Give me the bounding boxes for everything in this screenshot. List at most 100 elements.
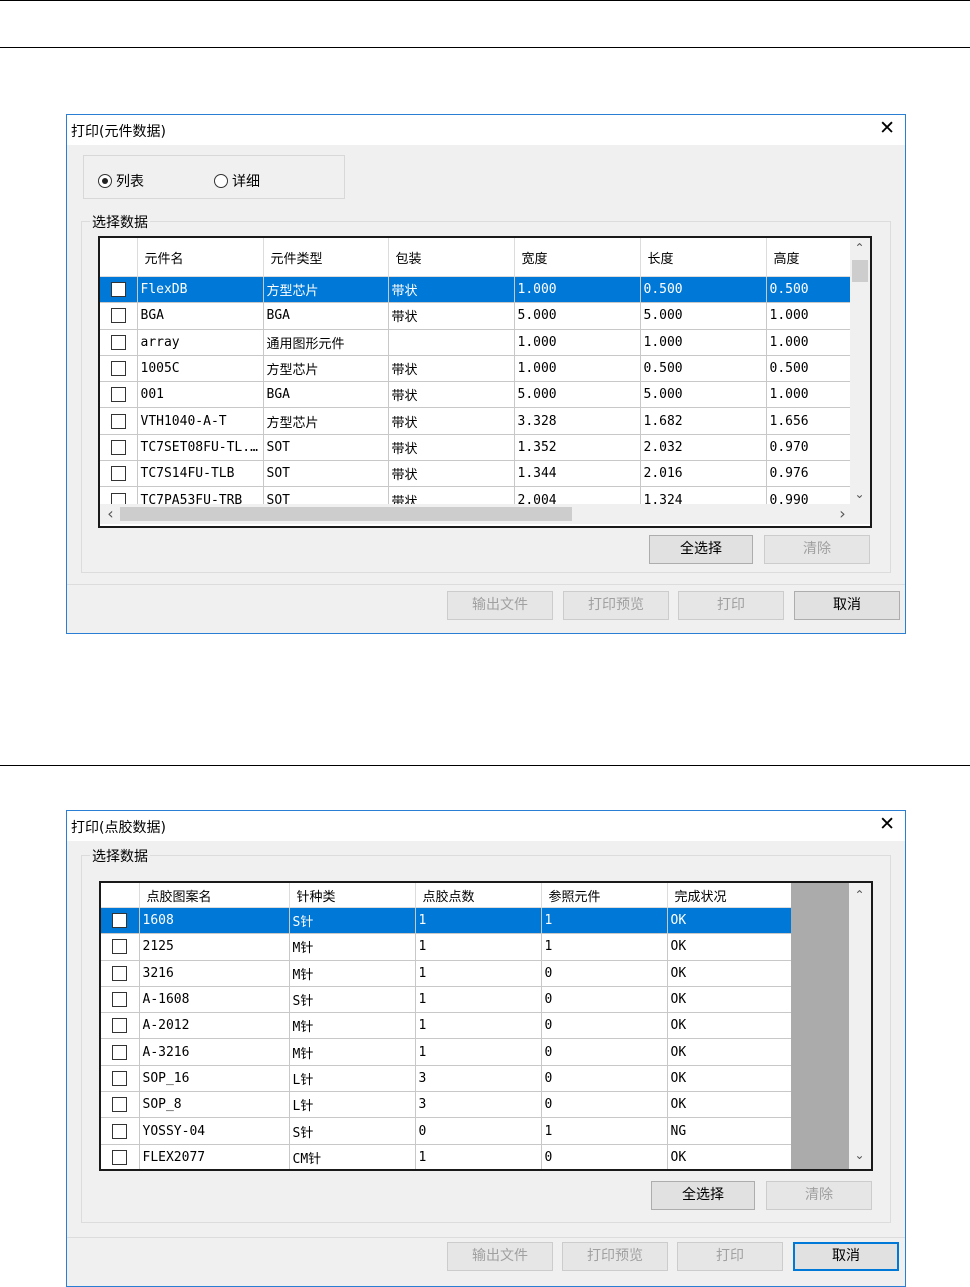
column-header[interactable]: 元件类型 xyxy=(263,238,389,277)
row-checkbox[interactable] xyxy=(110,334,126,350)
print-preview-button[interactable]: 打印预览 xyxy=(562,1242,668,1271)
row-checkbox[interactable] xyxy=(110,308,126,324)
row-checkbox[interactable] xyxy=(112,913,128,929)
scroll-up-icon[interactable]: ⌃ xyxy=(851,887,868,904)
table-cell: A-2012 xyxy=(139,1012,290,1040)
select-all-button[interactable]: 全选择 xyxy=(649,535,753,564)
table-row[interactable]: SOP_16 L针 3 0 OK xyxy=(101,1065,792,1093)
table-cell: 0.970 xyxy=(766,434,851,462)
table-row[interactable]: VTH1040-A-T 方型芯片 带状 3.328 1.682 1.656 xyxy=(100,407,851,435)
table-row[interactable]: array 通用图形元件 1.000 1.000 1.000 xyxy=(100,329,851,356)
row-checkbox-cell xyxy=(101,986,140,1014)
row-checkbox[interactable] xyxy=(110,466,126,482)
table-row[interactable]: 3216 M针 1 0 OK xyxy=(101,960,792,987)
cancel-button[interactable]: 取消 xyxy=(794,591,900,620)
table-cell: 0.500 xyxy=(766,276,851,304)
table-cell: 1.000 xyxy=(766,381,851,409)
clear-button[interactable]: 清除 xyxy=(764,535,870,564)
print-preview-button[interactable]: 打印预览 xyxy=(563,591,669,620)
table-cell: A-3216 xyxy=(139,1038,290,1066)
row-checkbox-cell xyxy=(101,1117,140,1145)
row-checkbox[interactable] xyxy=(110,413,126,429)
horizontal-scrollbar[interactable]: ‹ › xyxy=(100,504,870,524)
close-icon[interactable]: ✕ xyxy=(879,815,895,834)
scroll-down-icon[interactable]: ⌄ xyxy=(851,486,868,503)
table-cell: 0 xyxy=(541,1065,668,1093)
table-cell: OK xyxy=(667,933,792,961)
table-row[interactable]: 001 BGA 带状 5.000 5.000 1.000 xyxy=(100,381,851,409)
column-header[interactable]: 点胶点数 xyxy=(415,883,542,908)
table-row[interactable]: SOP_8 L针 3 0 OK xyxy=(101,1091,792,1119)
table-cell: BGA xyxy=(263,302,389,330)
select-data-legend: 选择数据 xyxy=(90,846,150,866)
clear-button[interactable]: 清除 xyxy=(766,1181,872,1210)
row-checkbox-cell xyxy=(100,407,138,435)
row-checkbox[interactable] xyxy=(112,939,128,955)
export-file-button[interactable]: 输出文件 xyxy=(447,591,553,620)
table-row[interactable]: 1608 S针 1 1 OK xyxy=(101,907,792,935)
table-row[interactable]: A-3216 M针 1 0 OK xyxy=(101,1038,792,1066)
export-file-button[interactable]: 输出文件 xyxy=(447,1242,553,1271)
table-row[interactable]: TC7S14FU-TLB SOT 带状 1.344 2.016 0.976 xyxy=(100,460,851,488)
scroll-left-icon[interactable]: ‹ xyxy=(102,505,119,522)
table-row[interactable]: BGA BGA 带状 5.000 5.000 1.000 xyxy=(100,302,851,330)
row-checkbox[interactable] xyxy=(110,282,126,298)
table-cell: 1.000 xyxy=(766,302,851,330)
horizontal-scroll-thumb[interactable] xyxy=(120,507,572,521)
column-header[interactable]: 包装 xyxy=(388,238,515,277)
row-checkbox-cell xyxy=(100,434,138,462)
row-checkbox[interactable] xyxy=(112,1149,128,1165)
detail-radio-label: 详细 xyxy=(232,174,260,190)
table-row[interactable]: FlexDB 方型芯片 带状 1.000 0.500 0.500 xyxy=(100,276,851,304)
row-checkbox[interactable] xyxy=(112,965,128,981)
print-button[interactable]: 打印 xyxy=(678,591,784,620)
row-checkbox[interactable] xyxy=(112,1044,128,1060)
table-row[interactable]: TC7SET08FU-TL... SOT 带状 1.352 2.032 0.970 xyxy=(100,434,851,462)
table-cell: 带状 xyxy=(388,276,515,304)
table-cell: BGA xyxy=(137,302,264,330)
print-button[interactable]: 打印 xyxy=(677,1242,783,1271)
checkbox-column-header xyxy=(100,238,138,277)
column-header[interactable]: 完成状况 xyxy=(667,883,792,908)
table-row[interactable]: FLEX2077 CM针 1 0 OK xyxy=(101,1144,792,1169)
scroll-up-icon[interactable]: ⌃ xyxy=(851,240,868,257)
column-header[interactable]: 针种类 xyxy=(289,883,416,908)
scroll-down-icon[interactable]: ⌄ xyxy=(851,1147,868,1164)
scroll-right-icon[interactable]: › xyxy=(834,505,851,522)
row-checkbox[interactable] xyxy=(112,992,128,1008)
row-checkbox[interactable] xyxy=(112,1018,128,1034)
select-all-button[interactable]: 全选择 xyxy=(651,1181,755,1210)
table-row[interactable]: 1005C 方型芯片 带状 1.000 0.500 0.500 xyxy=(100,355,851,383)
table-cell: 方型芯片 xyxy=(263,276,389,304)
row-checkbox[interactable] xyxy=(110,387,126,403)
vertical-scrollbar[interactable]: ⌃ ⌄ xyxy=(849,883,871,1169)
row-checkbox[interactable] xyxy=(110,361,126,377)
vertical-scrollbar[interactable]: ⌃ ⌄ xyxy=(850,238,870,508)
close-icon[interactable]: ✕ xyxy=(879,119,895,138)
column-header[interactable]: 长度 xyxy=(640,238,767,277)
row-checkbox[interactable] xyxy=(112,1123,128,1139)
cancel-button[interactable]: 取消 xyxy=(793,1242,899,1271)
detail-radio[interactable]: 详细 xyxy=(214,171,260,191)
list-radio[interactable]: 列表 xyxy=(98,171,144,191)
row-checkbox[interactable] xyxy=(112,1070,128,1086)
table-row[interactable]: A-2012 M针 1 0 OK xyxy=(101,1012,792,1040)
table-cell: 0 xyxy=(541,1091,668,1119)
column-header[interactable]: 参照元件 xyxy=(541,883,668,908)
table-row[interactable]: 2125 M针 1 1 OK xyxy=(101,933,792,961)
top-rule xyxy=(0,0,970,1)
row-checkbox[interactable] xyxy=(112,1097,128,1113)
column-header[interactable]: 高度 xyxy=(766,238,850,277)
vertical-scroll-thumb[interactable] xyxy=(852,260,868,282)
row-checkbox-cell xyxy=(101,933,140,961)
row-checkbox[interactable] xyxy=(110,439,126,455)
column-header[interactable]: 元件名 xyxy=(137,238,264,277)
column-header[interactable]: 点胶图案名 xyxy=(139,883,290,908)
table-cell: SOT xyxy=(263,460,389,488)
row-checkbox-cell xyxy=(101,907,140,935)
column-header[interactable]: 宽度 xyxy=(514,238,641,277)
table-cell: 1 xyxy=(415,986,542,1014)
table-row[interactable]: A-1608 S针 1 0 OK xyxy=(101,986,792,1014)
title-bar: 打印(元件数据) ✕ xyxy=(67,115,905,145)
table-row[interactable]: YOSSY-04 S针 0 1 NG xyxy=(101,1117,792,1145)
